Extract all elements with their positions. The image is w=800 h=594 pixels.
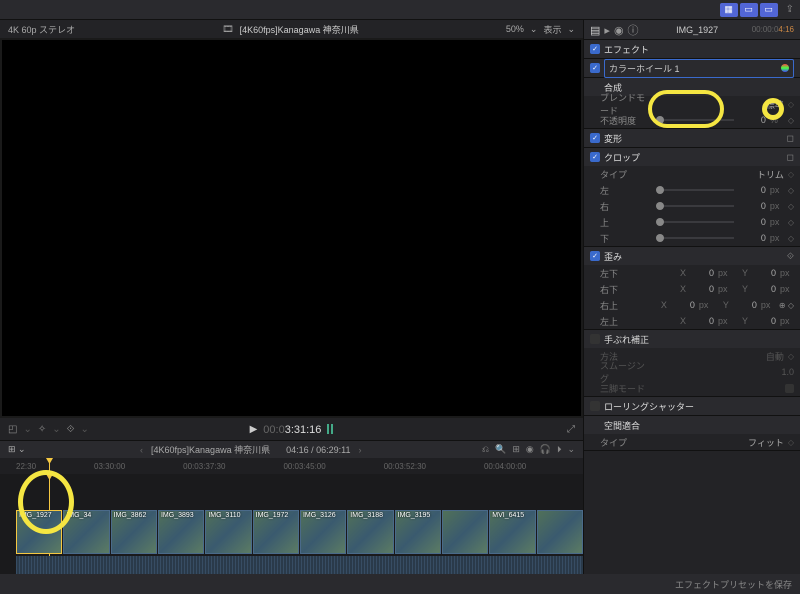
effects-checkbox[interactable]: ✓ — [590, 44, 600, 54]
rolling-checkbox[interactable] — [590, 401, 600, 411]
timeline-tool[interactable]: ◉ — [526, 444, 534, 454]
transform-icon[interactable]: ◻ — [787, 133, 794, 144]
timeline-tool[interactable]: ⏵ — [557, 444, 562, 454]
spatial-type-row[interactable]: タイプフィット◇ — [584, 434, 800, 450]
display-menu[interactable]: 表示 — [543, 23, 561, 36]
zoom-value[interactable]: 50% — [506, 24, 524, 34]
inspector-time: 00:00:04:16 — [752, 25, 794, 34]
audio-track-1[interactable] — [16, 556, 583, 576]
distort-header[interactable]: ✓歪み⟐ — [584, 247, 800, 265]
opacity-keyframe[interactable]: ◇ — [788, 116, 794, 125]
crop-checkbox[interactable]: ✓ — [590, 152, 600, 162]
play-button[interactable]: ▶ — [250, 424, 258, 435]
timeline-tool[interactable]: ⎌ — [482, 444, 489, 454]
clip[interactable] — [442, 510, 488, 554]
inspector-panel: ▤ ▸ ◉ ⓘ IMG_1927 00:00:04:16 ✓エフェクト ✓カラーホイー… — [583, 20, 800, 594]
distort-row[interactable]: 左下X0pxY0px — [584, 265, 800, 281]
inspector-header: ▤ ▸ ◉ ⓘ IMG_1927 00:00:04:16 — [584, 20, 800, 40]
spatial-header: 空間適合 — [584, 416, 800, 434]
view-segments: ▦ ▭ ▭ — [720, 3, 778, 17]
seg-1[interactable]: ▦ — [720, 3, 738, 17]
crop-row[interactable]: 上0px◇ — [584, 214, 800, 230]
colorwheel-checkbox[interactable]: ✓ — [590, 63, 600, 73]
viewer-canvas[interactable] — [2, 40, 581, 416]
duration: 04:16 / 06:29:11 — [286, 445, 350, 455]
crop-icon[interactable]: ◻ — [787, 152, 794, 163]
clip[interactable]: IMG_3126 — [300, 510, 346, 554]
expand-icon[interactable]: ⤢ — [567, 424, 575, 435]
playhead[interactable] — [49, 458, 50, 474]
ruler-tick: 22:30 — [16, 462, 36, 471]
stabilize-smooth: スムージング1.0 — [584, 364, 800, 380]
ruler-tick: 00:03:52:30 — [384, 462, 426, 471]
opacity-row[interactable]: 不透明度0%◇ — [584, 112, 800, 128]
transform-header[interactable]: ✓変形◻ — [584, 129, 800, 147]
timeline-tool[interactable]: 🎧 — [540, 444, 551, 454]
clip[interactable]: IMG_3195 — [395, 510, 441, 554]
ruler-tick: 00:04:00:00 — [484, 462, 526, 471]
crop-type-row[interactable]: タイプトリム◇ — [584, 166, 800, 182]
timeline-header: ⊞ ⌄ ‹ [4K60fps]Kanagawa 神奈川県 04:16 / 06:… — [0, 440, 583, 458]
distort-row[interactable]: 左上X0pxY0px — [584, 313, 800, 329]
inspector-tab[interactable]: ⓘ — [628, 25, 639, 37]
angle-icon[interactable]: ✧ — [38, 424, 46, 435]
clip[interactable] — [537, 510, 583, 554]
opacity-slider[interactable] — [660, 119, 734, 121]
transform-checkbox[interactable]: ✓ — [590, 133, 600, 143]
inspector-tab[interactable]: ◉ — [614, 25, 624, 37]
clip[interactable]: IMG_1972 — [253, 510, 299, 554]
fit-icon[interactable]: ◰ — [8, 424, 17, 435]
colorwheel-header[interactable]: ✓カラーホイール 1 — [584, 59, 800, 77]
rolling-header[interactable]: ローリングシャッター — [584, 397, 800, 415]
distort-row[interactable]: 右上X0pxY0px⊕ ◇ — [584, 297, 800, 313]
index-icon[interactable]: ⊞ ⌄ — [8, 444, 26, 455]
inspector-tab[interactable]: ▸ — [604, 25, 610, 37]
distort-row[interactable]: 右下X0pxY0px — [584, 281, 800, 297]
format-label: 4K 60p ステレオ — [8, 23, 75, 36]
inspector-clip-name: IMG_1927 — [649, 25, 746, 35]
ruler-tick: 03:30:00 — [94, 462, 125, 471]
seg-2[interactable]: ▭ — [740, 3, 758, 17]
seg-3[interactable]: ▭ — [760, 3, 778, 17]
timeline-ruler[interactable]: 22:30 03:30:00 00:03:37:30 00:03:45:00 00:03… — [0, 458, 583, 474]
clip[interactable]: IMG_34 — [63, 510, 109, 554]
crop-row[interactable]: 左0px◇ — [584, 182, 800, 198]
timeline-tool[interactable]: ⌄ — [567, 444, 575, 454]
clip[interactable]: IMG_3188 — [347, 510, 393, 554]
distort-checkbox[interactable]: ✓ — [590, 251, 600, 261]
clip[interactable]: IMG_3862 — [111, 510, 157, 554]
share-icon[interactable]: ⇪ — [786, 4, 794, 15]
stabilize-checkbox[interactable] — [590, 334, 600, 344]
save-preset-button[interactable]: エフェクトプリセットを保存 — [0, 574, 800, 594]
colorwheel-icon — [781, 64, 789, 72]
clip[interactable]: IMG_3110 — [205, 510, 251, 554]
app-topbar: ▦ ▭ ▭ ⇪ — [0, 0, 800, 20]
inspector-tab[interactable]: ▤ — [590, 25, 600, 37]
timeline-tool[interactable]: 🔍 — [495, 444, 506, 454]
viewer-controls: ◰ ⌄ ✧ ⌄ ⟐ ⌄ ▶ 00:03:31:16 ⤢ — [0, 418, 583, 440]
distort-icon[interactable]: ⟐ — [787, 251, 794, 262]
crop-header[interactable]: ✓クロップ◻ — [584, 148, 800, 166]
viewer-title: [4K60fps]Kanagawa 神奈川県 — [240, 23, 359, 36]
clip[interactable]: MVI_6415 — [489, 510, 535, 554]
stabilize-header[interactable]: 手ぶれ補正 — [584, 330, 800, 348]
ruler-tick: 00:03:45:00 — [283, 462, 325, 471]
crop-row[interactable]: 右0px◇ — [584, 198, 800, 214]
timeline-tool[interactable]: ⊞ — [512, 444, 520, 454]
ruler-tick: 00:03:37:30 — [183, 462, 225, 471]
clip[interactable]: IMG_3893 — [158, 510, 204, 554]
crop-row[interactable]: 下0px◇ — [584, 230, 800, 246]
blend-mode-row[interactable]: ブレンドモード標準◇ — [584, 96, 800, 112]
viewer-header: 4K 60p ステレオ 🎞 [4K60fps]Kanagawa 神奈川県 50%… — [0, 20, 583, 38]
video-track: IMG_1927IMG_34IMG_3862IMG_3893IMG_3110IM… — [16, 510, 583, 554]
clip[interactable]: IMG_1927 — [16, 510, 62, 554]
timecode: 00:03:31:16 — [263, 423, 321, 436]
pause-indicator — [327, 424, 333, 434]
effects-header[interactable]: ✓エフェクト — [584, 40, 800, 58]
stabilize-tripod: 三脚モード — [584, 380, 800, 396]
tool-icon[interactable]: ⟐ — [67, 424, 75, 435]
project-name: [4K60fps]Kanagawa 神奈川県 — [151, 443, 270, 456]
film-icon: 🎞 — [222, 24, 233, 35]
